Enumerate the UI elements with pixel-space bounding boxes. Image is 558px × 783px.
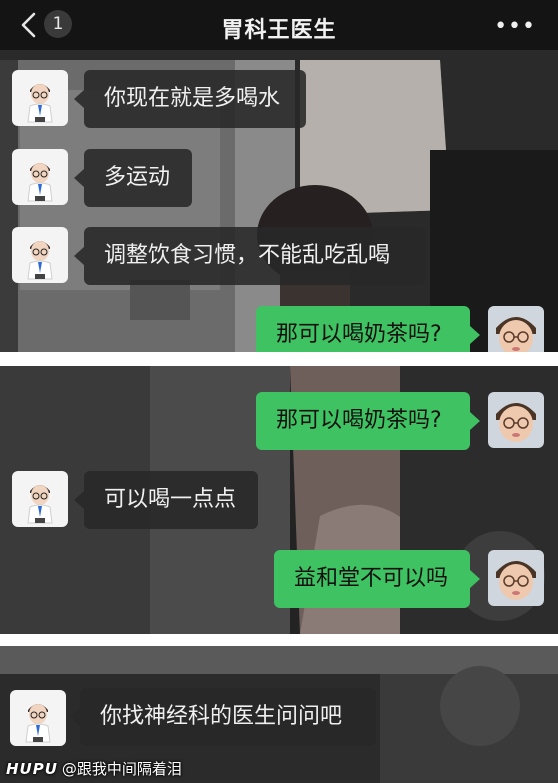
watermark-brand: HUPU [6, 760, 58, 778]
chat-title: 胃科王医生 [221, 18, 337, 43]
doctor-avatar[interactable] [12, 149, 68, 205]
child-avatar[interactable] [488, 550, 544, 606]
message-bubble-received[interactable]: 多运动 [74, 149, 192, 207]
doctor-avatar[interactable] [12, 70, 68, 126]
message-bubble-received[interactable]: 你现在就是多喝水 [74, 70, 306, 128]
message-bubble-received[interactable]: 调整饮食习惯，不能乱吃乱喝 [74, 227, 426, 285]
message-bubble-received[interactable]: 你找神经科的医生问问吧 [70, 688, 376, 746]
doctor-avatar[interactable] [12, 471, 68, 527]
message-bubble-sent[interactable]: 那可以喝奶茶吗? [256, 306, 480, 352]
chat-header: 1 胃科王医生 ••• [0, 0, 558, 50]
panel-divider [0, 634, 558, 646]
chat-panel-2: 那可以喝奶茶吗? 可以喝一点点 益和堂不可以吗 [0, 366, 558, 634]
message-bubble-received[interactable]: 可以喝一点点 [74, 471, 258, 529]
panel-divider [0, 352, 558, 366]
chat-panel-1: 1 胃科王医生 ••• 你现在就是多喝水 多运动 调整饮食习惯，不能乱吃乱喝 那… [0, 0, 558, 352]
message-bubble-sent[interactable]: 益和堂不可以吗 [274, 550, 480, 608]
doctor-avatar[interactable] [12, 227, 68, 283]
doctor-avatar[interactable] [10, 690, 66, 746]
message-bubble-sent[interactable]: 那可以喝奶茶吗? [256, 392, 480, 450]
child-avatar[interactable] [488, 392, 544, 448]
watermark: HUPU @跟我中间隔着泪 [6, 758, 182, 779]
more-icon[interactable]: ••• [494, 14, 536, 39]
child-avatar[interactable] [488, 306, 544, 352]
watermark-handle: @跟我中间隔着泪 [61, 760, 182, 778]
